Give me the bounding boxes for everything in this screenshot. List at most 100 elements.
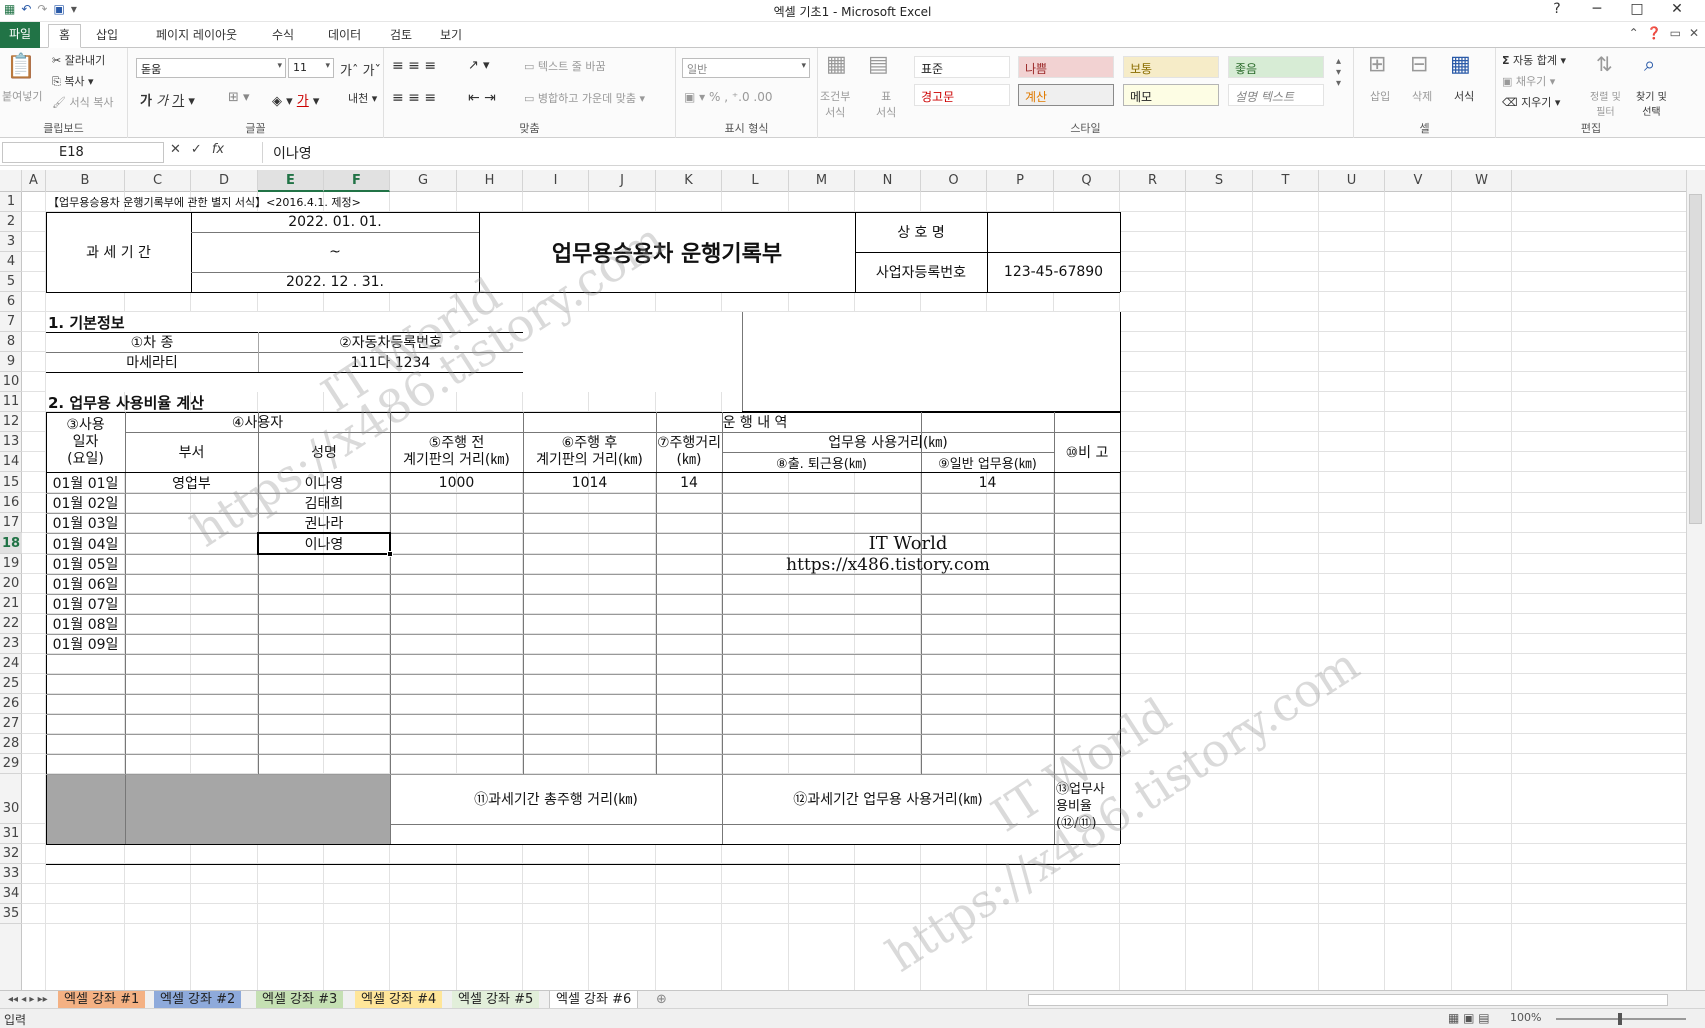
autosum-button[interactable]: Σ 자동 합계 ▾ (1502, 52, 1566, 68)
zoom-slider-thumb[interactable] (1618, 1013, 1622, 1025)
wrap-text-button[interactable]: ▭ 텍스트 줄 바꿈 (524, 58, 606, 74)
paste-button[interactable]: 붙여넣기 (2, 88, 42, 104)
find-select-button[interactable]: 찾기 및 선택 (1636, 88, 1667, 118)
column-header-c[interactable]: C (125, 170, 191, 192)
row-header-20[interactable]: 20 (0, 574, 22, 594)
format-as-table-icon[interactable]: ▤ (868, 52, 889, 77)
row-header-29[interactable]: 29 (0, 754, 22, 774)
column-header-f[interactable]: F (324, 170, 390, 192)
column-header-n[interactable]: N (855, 170, 921, 192)
tab-file[interactable]: 파일 (0, 22, 40, 48)
row-header-5[interactable]: 5 (0, 272, 22, 292)
tab-formulas[interactable]: 수식 (262, 25, 304, 47)
style-explanatory[interactable]: 설명 텍스트 (1228, 84, 1324, 106)
minimize-button[interactable]: ─ (1577, 0, 1617, 20)
insert-cells-icon[interactable]: ⊞ (1368, 52, 1386, 77)
bold-italic-underline-icons[interactable]: 가 가 가 ▾ (140, 90, 195, 109)
restore-window-icon[interactable]: ▭ (1670, 26, 1681, 40)
active-cell-e18[interactable] (257, 532, 391, 555)
new-sheet-icon[interactable]: ⊕ (650, 991, 673, 1009)
orientation-icon[interactable]: ↗ ▾ (468, 58, 490, 73)
row-header-13[interactable]: 13 (0, 432, 22, 452)
paste-icon[interactable]: 📋 (6, 52, 36, 80)
insert-function-icon[interactable]: fx (212, 142, 224, 157)
row-header-18[interactable]: 18 (0, 533, 22, 554)
row-header-23[interactable]: 23 (0, 634, 22, 654)
column-header-s[interactable]: S (1186, 170, 1253, 192)
row-header-19[interactable]: 19 (0, 554, 22, 574)
row-header-31[interactable]: 31 (0, 824, 22, 844)
close-workbook-icon[interactable]: ✕ (1689, 26, 1699, 40)
row-header-10[interactable]: 10 (0, 372, 22, 392)
row-header-28[interactable]: 28 (0, 734, 22, 754)
row-header-15[interactable]: 15 (0, 472, 22, 493)
row-header-33[interactable]: 33 (0, 864, 22, 884)
row-header-21[interactable]: 21 (0, 594, 22, 614)
style-bad[interactable]: 나쁨 (1018, 56, 1114, 78)
name-box[interactable]: E18 (2, 142, 164, 163)
insert-cells-button[interactable]: 삽입 (1370, 88, 1390, 104)
column-header-w[interactable]: W (1452, 170, 1512, 192)
column-header-t[interactable]: T (1253, 170, 1319, 192)
select-all-corner[interactable] (0, 170, 22, 192)
delete-cells-button[interactable]: 삭제 (1412, 88, 1432, 104)
column-header-i[interactable]: I (523, 170, 589, 192)
style-calculation[interactable]: 계산 (1018, 84, 1114, 106)
fill-handle[interactable] (387, 551, 393, 557)
row-header-30[interactable]: 30 (0, 774, 22, 824)
row-header-35[interactable]: 35 (0, 904, 22, 924)
row-header-12[interactable]: 12 (0, 412, 22, 432)
tab-view[interactable]: 보기 (430, 25, 472, 47)
horizontal-scrollbar[interactable] (1028, 994, 1668, 1006)
column-header-g[interactable]: G (390, 170, 457, 192)
row-header-22[interactable]: 22 (0, 614, 22, 634)
sheet-tab-1[interactable]: 엑셀 강좌 #1 (58, 991, 146, 1009)
column-header-m[interactable]: M (789, 170, 855, 192)
help-button[interactable]: ? (1537, 0, 1577, 20)
row-header-34[interactable]: 34 (0, 884, 22, 904)
zoom-level[interactable]: 100% (1510, 1011, 1541, 1024)
vertical-scrollbar[interactable] (1686, 170, 1705, 990)
indent-icons[interactable]: ⇤ ⇥ (468, 90, 496, 106)
sheet-tab-5[interactable]: 엑셀 강좌 #5 (452, 991, 540, 1009)
vertical-scroll-thumb[interactable] (1689, 194, 1702, 524)
conditional-format-button[interactable]: 조건부 서식 (820, 88, 850, 120)
row-header-17[interactable]: 17 (0, 513, 22, 533)
fill-button[interactable]: ▣ 채우기 ▾ (1502, 73, 1555, 89)
styles-scroll-icon[interactable]: ▴ ▾ ▾ (1336, 56, 1341, 89)
row-header-9[interactable]: 9 (0, 352, 22, 372)
format-as-table-button[interactable]: 표 서식 (876, 88, 896, 120)
row-header-11[interactable]: 11 (0, 392, 22, 412)
style-neutral[interactable]: 보통 (1123, 56, 1219, 78)
sheet-nav-icons[interactable]: ◂◂ ◂ ▸ ▸▸ (2, 991, 54, 1009)
style-warning[interactable]: 경고문 (914, 84, 1010, 106)
cancel-entry-icon[interactable]: ✕ (170, 142, 181, 157)
style-good[interactable]: 좋음 (1228, 56, 1324, 78)
format-cells-icon[interactable]: ▦ (1450, 52, 1471, 77)
delete-cells-icon[interactable]: ⊟ (1410, 52, 1428, 77)
row-header-6[interactable]: 6 (0, 292, 22, 312)
row-header-16[interactable]: 16 (0, 493, 22, 513)
column-header-r[interactable]: R (1120, 170, 1186, 192)
column-header-k[interactable]: K (656, 170, 722, 192)
row-header-27[interactable]: 27 (0, 714, 22, 734)
find-select-icon[interactable]: ⌕ (1644, 52, 1655, 76)
sheet-tab-3[interactable]: 엑셀 강좌 #3 (256, 991, 344, 1009)
column-header-d[interactable]: D (191, 170, 258, 192)
row-header-14[interactable]: 14 (0, 452, 22, 472)
maximize-button[interactable]: □ (1617, 0, 1657, 20)
style-note[interactable]: 메모 (1123, 84, 1219, 106)
row-header-8[interactable]: 8 (0, 332, 22, 352)
tab-home[interactable]: 홈 (48, 24, 82, 48)
row-header-4[interactable]: 4 (0, 252, 22, 272)
sheet-tab-2[interactable]: 엑셀 강좌 #2 (154, 991, 242, 1009)
number-format-combo[interactable]: 일반 (682, 58, 810, 78)
column-header-u[interactable]: U (1319, 170, 1385, 192)
font-size-combo[interactable]: 11 (288, 58, 334, 78)
column-header-e[interactable]: E (258, 170, 324, 192)
font-name-combo[interactable]: 돋움 (136, 58, 286, 78)
phonetic-icon[interactable]: 내천 ▾ (348, 90, 377, 106)
row-header-26[interactable]: 26 (0, 694, 22, 714)
clear-button[interactable]: ⌫ 지우기 ▾ (1502, 94, 1560, 110)
worksheet-grid[interactable]: 【업무용승용차 운행기록부에 관한 별지 서식】<2016.4.1. 제정> 과 … (22, 192, 1686, 990)
